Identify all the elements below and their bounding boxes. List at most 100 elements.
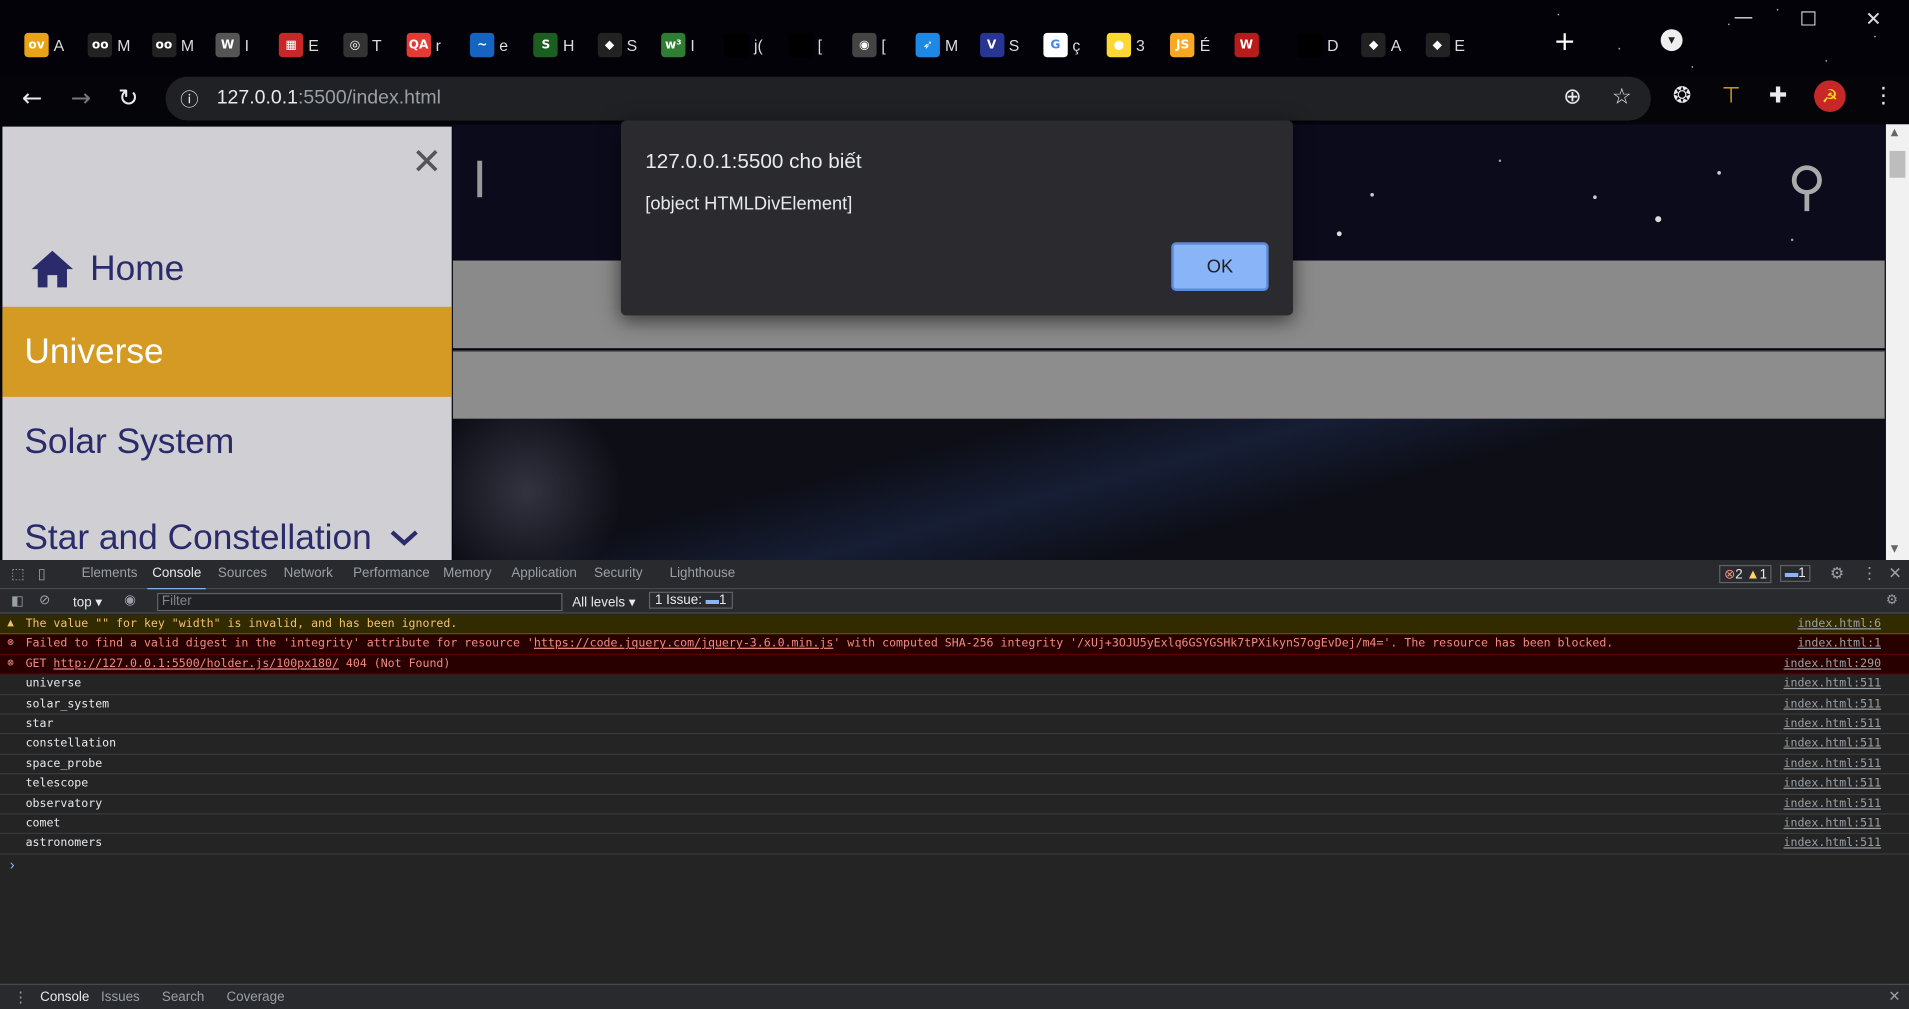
close-window-icon[interactable]: ✕ <box>1865 7 1881 30</box>
browser-tab[interactable]: oo M <box>88 29 149 61</box>
live-expression-eye-icon[interactable]: ◉ <box>124 592 136 608</box>
info-icon[interactable]: ⓘ <box>180 86 198 112</box>
tab-console[interactable]: Console <box>147 566 207 591</box>
source-link[interactable]: index.html:511 <box>1776 755 1881 773</box>
browser-tab[interactable]: W <box>1234 29 1295 61</box>
drawer-menu-icon[interactable]: ⋮ <box>13 989 28 1006</box>
browser-tab[interactable]: ● 3 <box>1106 29 1168 61</box>
scrollbar-thumb[interactable] <box>1889 150 1906 178</box>
address-bar[interactable]: ⓘ 127.0.0.1:5500/index.html ⊕ ☆ <box>165 76 1651 121</box>
source-link[interactable]: index.html:1 <box>1790 634 1882 654</box>
page-scrollbar[interactable]: ▲ ▼ <box>1885 124 1909 561</box>
tab-lighthouse[interactable]: Lighthouse <box>670 566 736 581</box>
browser-tab[interactable]: Gç <box>1043 29 1104 61</box>
tab-search-icon[interactable]: ▾ <box>1660 29 1683 52</box>
drawer-tab-search[interactable]: Search <box>162 990 204 1005</box>
tab-security[interactable]: Security <box>594 566 642 581</box>
nav-item-solar-system[interactable]: Solar System <box>2 397 451 487</box>
browser-tab[interactable]: D <box>1297 29 1359 61</box>
source-link[interactable]: index.html:511 <box>1776 774 1881 792</box>
bookmark-star-icon[interactable]: ☆ <box>1612 84 1632 110</box>
browser-tab[interactable]: ◆ E <box>1425 29 1486 61</box>
forward-icon[interactable]: → <box>71 83 91 112</box>
browser-tab[interactable]: ◎ T <box>342 29 404 61</box>
tab-memory[interactable]: Memory <box>443 566 491 581</box>
browser-tab[interactable]: WI <box>215 29 276 61</box>
new-tab-button[interactable]: + <box>1554 27 1576 57</box>
resource-link[interactable]: https://code.jquery.com/jquery-3.6.0.min… <box>534 637 833 650</box>
tab-application[interactable]: Application <box>511 566 577 581</box>
maximize-icon[interactable]: ☐ <box>1799 7 1816 30</box>
issues-button[interactable]: 1 Issue: ▬1 <box>648 591 733 609</box>
source-link[interactable]: index.html:290 <box>1776 654 1882 674</box>
source-link[interactable]: index.html:511 <box>1776 814 1881 832</box>
wiki-icon: W <box>215 32 240 58</box>
console-prompt[interactable]: › <box>10 856 15 873</box>
message-badge[interactable]: ▬1 <box>1779 564 1811 582</box>
scroll-up-icon[interactable]: ▲ <box>1891 127 1898 138</box>
message-text: star <box>25 717 54 731</box>
profile-avatar[interactable]: ☭ <box>1814 80 1846 113</box>
browser-tab[interactable]: SH <box>533 29 595 61</box>
minimize-icon[interactable]: — <box>1734 5 1753 28</box>
browser-tab[interactable]: w³ I <box>661 29 722 61</box>
search-icon[interactable]: ⚲ <box>1787 156 1826 218</box>
browser-tab[interactable]: ov A <box>24 29 85 61</box>
browser-tab[interactable]: ➶ M <box>915 29 977 61</box>
menu-kebab-icon[interactable]: ⋮ <box>1873 83 1895 109</box>
back-icon[interactable]: ← <box>22 83 42 112</box>
scroll-down-icon[interactable]: ▼ <box>1891 543 1898 554</box>
nav-item-universe[interactable]: Universe <box>2 306 452 397</box>
drawer-tab-issues[interactable]: Issues <box>101 990 140 1005</box>
browser-tab[interactable]: [ <box>788 29 849 61</box>
devtools-menu-icon[interactable]: ⋮ <box>1862 564 1878 583</box>
source-link[interactable]: index.html:511 <box>1776 695 1881 713</box>
error-warning-badge[interactable]: ⊗2 ▲1 <box>1719 564 1772 584</box>
tab-elements[interactable]: Elements <box>82 566 138 581</box>
source-link[interactable]: index.html:511 <box>1776 794 1881 812</box>
nav-item-star-constellation[interactable]: Star and Constellation <box>2 499 451 560</box>
tab-network[interactable]: Network <box>284 566 333 581</box>
inspect-element-icon[interactable]: ⬚ <box>11 565 25 582</box>
ok-button[interactable]: OK <box>1171 242 1269 291</box>
reload-icon[interactable]: ↻ <box>118 83 138 112</box>
browser-tab[interactable]: ▦ E <box>279 29 340 61</box>
browser-tab[interactable]: ◆ A <box>1361 29 1423 61</box>
extension-icon[interactable]: ❂ <box>1673 83 1691 109</box>
zoom-icon[interactable]: ⊕ <box>1563 84 1581 110</box>
resource-link[interactable]: http://127.0.0.1:5500/holder.js/100px180… <box>53 657 339 670</box>
browser-tab[interactable]: JS É <box>1170 29 1231 61</box>
filter-input[interactable]: Filter <box>157 592 563 612</box>
source-link[interactable]: index.html:6 <box>1790 614 1882 634</box>
tab-performance[interactable]: Performance <box>353 566 430 581</box>
close-sidebar-icon[interactable]: ✕ <box>412 141 443 184</box>
drawer-tab-console[interactable]: Console <box>40 990 89 1005</box>
source-link[interactable]: index.html:511 <box>1776 735 1881 753</box>
sidebar-toggle-icon[interactable]: ◧ <box>11 593 24 609</box>
drawer-tab-coverage[interactable]: Coverage <box>226 990 284 1005</box>
tab-title: S <box>626 35 638 55</box>
browser-tab[interactable]: oo M <box>151 29 213 61</box>
context-select[interactable]: top ▾ <box>73 594 102 610</box>
browser-tab[interactable]: ◉[ <box>852 29 913 61</box>
source-link[interactable]: index.html:511 <box>1776 715 1881 733</box>
source-link[interactable]: index.html:511 <box>1776 834 1881 852</box>
browser-tab[interactable]: ~ e <box>470 29 531 61</box>
settings-gear-icon[interactable]: ⚙ <box>1830 564 1844 583</box>
browser-tab[interactable]: ◆ S <box>597 29 658 61</box>
console-settings-icon[interactable]: ⚙ <box>1886 592 1898 608</box>
clear-console-icon[interactable]: ⊘ <box>39 592 50 608</box>
browser-tab[interactable]: VS <box>979 29 1040 61</box>
nav-item-home[interactable]: Home <box>2 241 451 297</box>
browser-tab[interactable]: QA r <box>406 29 467 61</box>
browser-tab[interactable]: j( <box>724 29 786 61</box>
tab-sources[interactable]: Sources <box>218 566 267 581</box>
close-drawer-icon[interactable]: ✕ <box>1888 987 1900 1004</box>
device-toolbar-icon[interactable]: ▯ <box>38 565 46 582</box>
close-devtools-icon[interactable]: ✕ <box>1888 564 1901 583</box>
log-levels-select[interactable]: All levels ▾ <box>572 594 635 610</box>
extensions-puzzle-icon[interactable]: ✚ <box>1769 83 1787 109</box>
source-link[interactable]: index.html:511 <box>1776 675 1881 693</box>
url-text[interactable]: 127.0.0.1:5500/index.html <box>217 88 441 110</box>
extension-icon[interactable]: ⊤ <box>1722 83 1741 109</box>
